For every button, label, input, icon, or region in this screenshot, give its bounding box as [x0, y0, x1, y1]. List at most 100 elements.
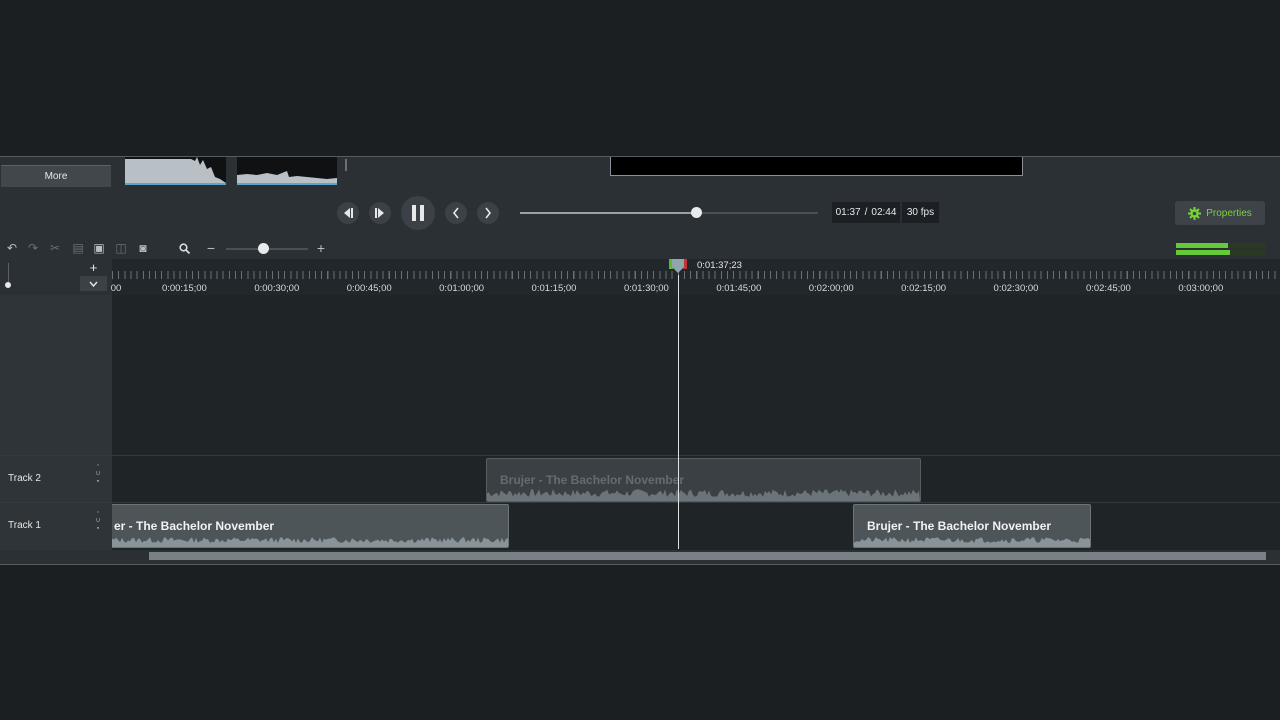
- playhead-line: [678, 275, 679, 549]
- ruler-tick-label: 0:01:30;00: [623, 283, 669, 294]
- ruler-tick-label: 0:01:45;00: [716, 283, 762, 294]
- timeline-ruler[interactable]: 00 0:00:15;00 0:00:30;00 0:00:45;00 0:01:00;…: [110, 259, 1280, 295]
- magnet-icon[interactable]: ∪: [95, 517, 100, 525]
- chevron-down-icon: [89, 281, 98, 287]
- track-row-1: Track 1 ◦ ∪ ▪ er - The Bachelor November B…: [0, 502, 1280, 549]
- lock-icon[interactable]: ▪: [97, 478, 99, 486]
- meter-level-left: [1176, 243, 1229, 248]
- track-height-slider[interactable]: [5, 263, 15, 288]
- time-separator: /: [864, 207, 868, 218]
- meter-level-right: [1176, 250, 1230, 255]
- ruler-tick-label: 0:01:15;00: [531, 283, 577, 294]
- track-height-handle[interactable]: [5, 282, 11, 288]
- properties-label: Properties: [1206, 207, 1252, 219]
- copy-icon: ▤: [72, 241, 84, 255]
- ruler-tick-label: 0:00:15;00: [161, 283, 207, 294]
- step-forward-button[interactable]: [369, 202, 391, 224]
- snapshot-button[interactable]: ◙: [136, 241, 150, 255]
- paste-icon: ▣: [93, 241, 105, 255]
- total-duration: 02:44: [871, 207, 897, 218]
- media-thumbnail[interactable]: [237, 157, 337, 185]
- track-row-2: Track 2 ◦ ∪ ▪ Brujer - The Bachelor Novemb…: [0, 455, 1280, 502]
- timeline-horizontal-scrollbar[interactable]: [112, 552, 1266, 560]
- step-forward-icon: [375, 208, 384, 218]
- step-back-icon: [344, 208, 353, 218]
- step-back-button[interactable]: [337, 202, 359, 224]
- paste-button[interactable]: ▣: [92, 241, 106, 255]
- playhead-handle[interactable]: [669, 259, 687, 275]
- zoom-slider-handle[interactable]: [257, 243, 269, 254]
- timeline-toolbar: ↶ ↷ ✂ ▤ ▣ ◫ ◙ − +: [0, 237, 1280, 259]
- playhead-time: 0:01:37;23: [697, 260, 742, 271]
- audio-clip[interactable]: Brujer - The Bachelor November: [486, 458, 921, 502]
- redo-button[interactable]: ↷: [26, 241, 40, 255]
- eye-icon[interactable]: ◦: [97, 462, 99, 470]
- ruler-tick-label: 0:01:00;00: [439, 283, 485, 294]
- split-icon: ◫: [115, 241, 127, 255]
- pause-icon: [412, 205, 424, 221]
- time-display: 01:37 / 02:44: [832, 202, 900, 223]
- editor-window: More 01:37 / 02:44 30 fps Properties ↶ ↷…: [0, 156, 1280, 565]
- copy-button[interactable]: ▤: [71, 241, 85, 255]
- undo-button[interactable]: ↶: [5, 241, 19, 255]
- ruler-ticks: [112, 271, 1280, 279]
- scrubber-progress: [520, 212, 696, 214]
- chevron-left-icon: [452, 207, 459, 219]
- properties-button[interactable]: Properties: [1175, 201, 1265, 225]
- audio-clip[interactable]: er - The Bachelor November: [112, 504, 509, 548]
- media-bin-strip: More: [0, 157, 1280, 187]
- zoom-out-button[interactable]: −: [204, 240, 218, 256]
- ruler-tick-label: 0:02:15;00: [901, 283, 947, 294]
- fps-display: 30 fps: [902, 202, 939, 223]
- track-options-button[interactable]: [80, 276, 107, 291]
- clip-title: er - The Bachelor November: [114, 519, 275, 533]
- lock-icon[interactable]: ▪: [97, 525, 99, 533]
- playback-scrubber[interactable]: [520, 207, 818, 218]
- canvas-preview: [610, 157, 1023, 176]
- zoom-slider[interactable]: [226, 243, 308, 254]
- ruler-tick-label: 0:02:30;00: [993, 283, 1039, 294]
- ruler-tick-label: 0:00:45;00: [346, 283, 392, 294]
- scroll-indicator: [345, 159, 347, 171]
- meter-channel-right: [1176, 250, 1266, 255]
- minus-icon: −: [206, 240, 216, 256]
- media-thumbnail[interactable]: [125, 157, 226, 185]
- add-track-button[interactable]: +: [80, 260, 107, 275]
- scissors-icon: ✂: [49, 241, 61, 255]
- chevron-right-icon: [485, 207, 492, 219]
- scrubber-handle[interactable]: [690, 207, 702, 218]
- ruler-tick-label: 00: [110, 283, 122, 294]
- plus-icon: +: [89, 260, 98, 275]
- zoom-in-button[interactable]: +: [314, 240, 328, 256]
- plus-icon: +: [316, 240, 326, 256]
- ruler-tick-label: 0:02:00;00: [808, 283, 854, 294]
- audio-level-meter: [1176, 242, 1266, 255]
- ruler-tick-label: 0:03:00;00: [1178, 283, 1224, 294]
- undo-icon: ↶: [6, 241, 18, 255]
- zoom-button[interactable]: [177, 241, 191, 255]
- gear-icon: [1188, 206, 1202, 220]
- current-time: 01:37: [835, 207, 861, 218]
- timeline-header-controls: +: [0, 259, 112, 295]
- track-controls: ◦ ∪ ▪: [93, 509, 103, 533]
- meter-channel-left: [1176, 243, 1266, 248]
- track-name: Track 1: [8, 520, 41, 531]
- eye-icon[interactable]: ◦: [97, 509, 99, 517]
- track-controls: ◦ ∪ ▪: [93, 462, 103, 486]
- magnet-icon[interactable]: ∪: [95, 470, 100, 478]
- clip-title: Brujer - The Bachelor November: [500, 473, 685, 487]
- scrollbar-thumb[interactable]: [149, 552, 1266, 560]
- pause-button[interactable]: [401, 196, 435, 230]
- next-marker-button[interactable]: [477, 202, 499, 224]
- previous-marker-button[interactable]: [445, 202, 467, 224]
- ruler-tick-label: 0:00:30;00: [254, 283, 300, 294]
- clip-title: Brujer - The Bachelor November: [867, 519, 1052, 533]
- cut-button[interactable]: ✂: [48, 241, 62, 255]
- redo-icon: ↷: [27, 241, 39, 255]
- camera-icon: ◙: [139, 241, 147, 255]
- track-name: Track 2: [8, 473, 41, 484]
- split-button[interactable]: ◫: [114, 241, 128, 255]
- more-button[interactable]: More: [1, 165, 111, 187]
- audio-clip[interactable]: Brujer - The Bachelor November: [853, 504, 1091, 548]
- ruler-tick-label: 0:02:45;00: [1085, 283, 1131, 294]
